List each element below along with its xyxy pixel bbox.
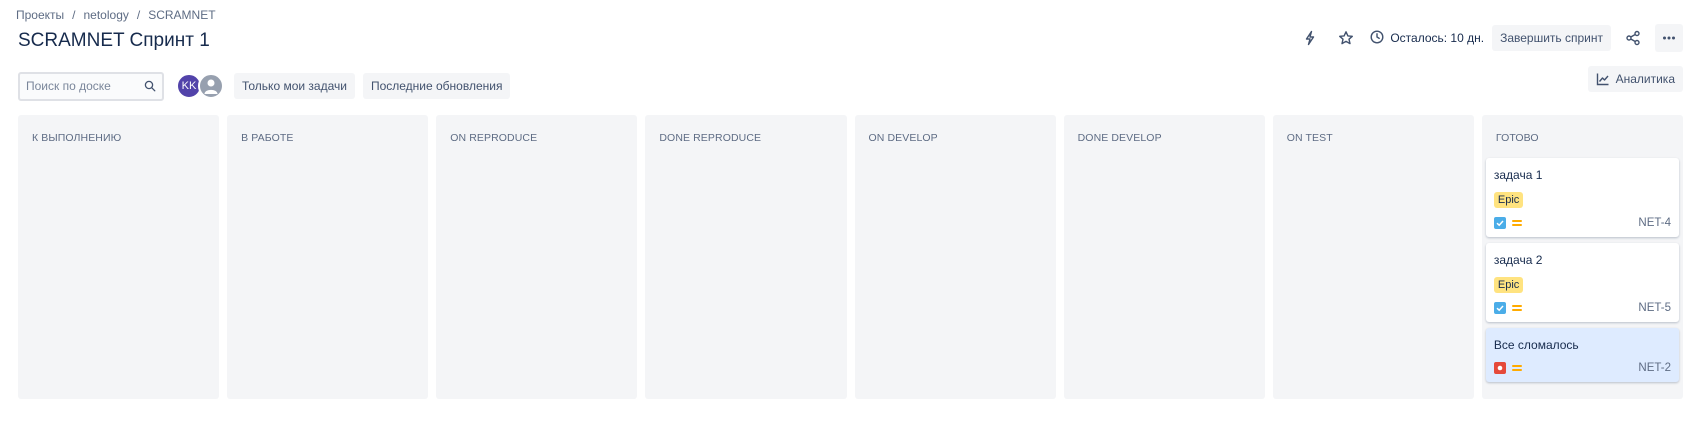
column-done-reproduce: DONE REPRODUCE [645, 115, 847, 399]
breadcrumb-separator: / [136, 8, 141, 22]
column-done: ГОТОВО задача 1 Epic NET-4 задача 2 Epic [1481, 115, 1683, 399]
column-title: ON REPRODUCE [450, 132, 538, 144]
recent-updates-button[interactable]: Последние обновления [362, 73, 511, 99]
column-title: ON DEVELOP [868, 132, 938, 144]
column-on-develop: ON DEVELOP [854, 115, 1056, 399]
lightning-icon[interactable] [1296, 24, 1324, 52]
card-icons [1493, 302, 1522, 314]
search-input[interactable] [26, 79, 136, 93]
column-title: В РАБОТЕ [241, 132, 294, 144]
column-title: ГОТОВО [1495, 132, 1539, 144]
issue-key[interactable]: NET-5 [1638, 302, 1671, 314]
star-icon[interactable] [1332, 24, 1360, 52]
issue-key[interactable]: NET-2 [1638, 362, 1671, 374]
priority-medium-icon [1511, 220, 1522, 226]
sprint-remaining: Осталось: 10 дн. [1370, 29, 1485, 47]
priority-medium-icon [1511, 365, 1522, 371]
epic-badge: Epic [1493, 192, 1524, 208]
share-icon[interactable] [1619, 24, 1647, 52]
epic-badge: Epic [1493, 277, 1524, 293]
priority-medium-icon [1511, 305, 1522, 311]
top-actions: Осталось: 10 дн. Завершить спринт [1296, 24, 1683, 52]
column-on-reproduce: ON REPRODUCE [436, 115, 638, 399]
search-box[interactable] [18, 71, 164, 101]
card-icons [1493, 217, 1522, 229]
column-on-test: ON TEST [1272, 115, 1474, 399]
column-done-develop: DONE DEVELOP [1063, 115, 1265, 399]
page-title: SCRAMNET Спринт 1 [18, 30, 210, 51]
issue-card[interactable]: Все сломалось NET-2 [1485, 328, 1679, 382]
clock-icon [1370, 29, 1384, 47]
unassigned-avatar[interactable] [198, 73, 224, 99]
chart-icon [1596, 72, 1610, 86]
card-footer: NET-5 [1493, 302, 1671, 314]
breadcrumb: Проекты / netology / SCRAMNET [16, 8, 216, 22]
analytics-label: Аналитика [1615, 72, 1675, 86]
issue-card[interactable]: задача 1 Epic NET-4 [1485, 158, 1679, 237]
issue-key[interactable]: NET-4 [1638, 217, 1671, 229]
column-title: DONE REPRODUCE [659, 132, 762, 144]
card-title: задача 1 [1493, 168, 1543, 182]
card-footer: NET-2 [1493, 362, 1671, 374]
task-icon [1493, 217, 1506, 229]
column-title: ON TEST [1286, 132, 1333, 144]
card-footer: NET-4 [1493, 217, 1671, 229]
analytics-button[interactable]: Аналитика [1587, 66, 1683, 92]
avatar-filter: KK [176, 73, 224, 99]
card-title: Все сломалось [1493, 338, 1579, 352]
board-toolbar: KK Только мои задачи Последние обновлени… [18, 71, 1683, 101]
task-icon [1493, 302, 1506, 314]
search-icon [144, 80, 156, 92]
column-to-do: К ВЫПОЛНЕНИЮ [18, 115, 220, 399]
breadcrumb-separator: / [72, 8, 76, 22]
only-my-tasks-button[interactable]: Только мои задачи [234, 73, 355, 99]
complete-sprint-button[interactable]: Завершить спринт [1492, 25, 1611, 51]
more-icon[interactable] [1655, 24, 1683, 52]
issue-card[interactable]: задача 2 Epic NET-5 [1485, 243, 1679, 322]
column-in-progress: В РАБОТЕ [227, 115, 429, 399]
breadcrumb-scramnet[interactable]: SCRAMNET [148, 8, 215, 22]
breadcrumb-projects[interactable]: Проекты [16, 8, 64, 22]
column-title: К ВЫПОЛНЕНИЮ [32, 132, 122, 144]
column-title: DONE DEVELOP [1077, 132, 1162, 144]
breadcrumb-netology[interactable]: netology [84, 8, 129, 22]
card-title: задача 2 [1493, 253, 1543, 267]
bug-icon [1493, 362, 1506, 374]
remaining-text: Осталось: 10 дн. [1390, 31, 1485, 45]
card-icons [1493, 362, 1522, 374]
board: К ВЫПОЛНЕНИЮ В РАБОТЕ ON REPRODUCE DONE … [18, 115, 1683, 399]
